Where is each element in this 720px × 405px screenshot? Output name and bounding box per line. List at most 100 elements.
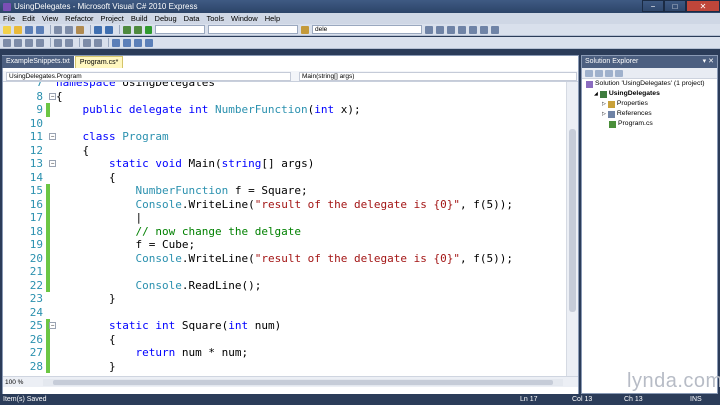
- code-line[interactable]: 14 {: [3, 171, 566, 185]
- code-line[interactable]: 22 Console.ReadLine();: [3, 278, 566, 292]
- object-browser-icon[interactable]: [458, 25, 466, 34]
- quick-info-icon[interactable]: [25, 38, 33, 47]
- start-debugging-icon[interactable]: [145, 25, 152, 34]
- code-line[interactable]: 19 f = Cube;: [3, 238, 566, 252]
- expander-icon[interactable]: ▷: [602, 109, 606, 119]
- display-object-member-list-icon[interactable]: [3, 38, 11, 47]
- menu-window[interactable]: Window: [231, 14, 258, 23]
- code-line[interactable]: 12 {: [3, 144, 566, 158]
- navigate-back-icon[interactable]: [123, 25, 131, 34]
- configuration-combo[interactable]: [155, 25, 205, 34]
- close-panel-icon[interactable]: ▾ ✕: [703, 56, 714, 68]
- code-line[interactable]: 20 Console.WriteLine("result of the dele…: [3, 251, 566, 265]
- solution-explorer-icon[interactable]: [436, 25, 444, 34]
- next-bookmark-icon[interactable]: [134, 38, 142, 47]
- decrease-indent-icon[interactable]: [54, 38, 62, 47]
- properties-icon[interactable]: [585, 69, 593, 77]
- save-icon[interactable]: [25, 25, 33, 34]
- parameter-info-icon[interactable]: [14, 38, 22, 47]
- open-file-icon[interactable]: [14, 25, 22, 34]
- increase-indent-icon[interactable]: [65, 38, 73, 47]
- platform-combo[interactable]: [208, 25, 298, 34]
- toolbox-icon[interactable]: [469, 25, 477, 34]
- collapse-region-icon[interactable]: −: [49, 133, 56, 140]
- tree-item-properties[interactable]: ▷ Properties: [582, 99, 717, 109]
- word-completion-icon[interactable]: [36, 38, 44, 47]
- extension-manager-icon[interactable]: [491, 25, 499, 34]
- code-line[interactable]: 7 namespace UsingDelegates: [3, 82, 566, 90]
- code-editor[interactable]: 7 namespace UsingDelegates 8−{9 public del…: [3, 82, 566, 376]
- collapse-region-icon[interactable]: −: [49, 322, 56, 329]
- close-button[interactable]: ✕: [686, 0, 720, 12]
- code-line[interactable]: 25− static int Square(int num): [3, 319, 566, 333]
- find-combo[interactable]: dele: [312, 25, 422, 34]
- new-project-icon[interactable]: [3, 25, 11, 34]
- vertical-scrollbar[interactable]: [566, 82, 578, 376]
- menu-data[interactable]: Data: [184, 14, 200, 23]
- maximize-button[interactable]: □: [664, 0, 686, 12]
- menu-file[interactable]: File: [3, 14, 15, 23]
- tree-item-csharp-file[interactable]: Program.cs: [582, 119, 717, 129]
- cut-icon[interactable]: [54, 25, 62, 34]
- comment-lines-icon[interactable]: [83, 38, 91, 47]
- code-line[interactable]: 10: [3, 117, 566, 131]
- tree-item-project[interactable]: ◢ UsingDelegates: [582, 89, 717, 99]
- collapse-region-icon[interactable]: −: [49, 92, 56, 100]
- horizontal-scrollbar[interactable]: [43, 379, 563, 386]
- menu-debug[interactable]: Debug: [155, 14, 177, 23]
- horizontal-scroll-thumb[interactable]: [53, 380, 553, 385]
- save-all-icon[interactable]: [36, 25, 44, 34]
- menu-project[interactable]: Project: [101, 14, 124, 23]
- code-line[interactable]: 27 return num * num;: [3, 346, 566, 360]
- expander-icon[interactable]: ◢: [594, 89, 598, 99]
- vertical-scroll-thumb[interactable]: [569, 129, 576, 312]
- find-in-files-icon[interactable]: [301, 25, 309, 34]
- code-line[interactable]: 21: [3, 265, 566, 279]
- copy-icon[interactable]: [65, 25, 73, 34]
- find-icon[interactable]: [425, 25, 433, 34]
- document-tabs: ExampleSnippets.txt Program.cs*: [2, 56, 124, 69]
- menu-refactor[interactable]: Refactor: [65, 14, 93, 23]
- previous-bookmark-icon[interactable]: [123, 38, 131, 47]
- code-line[interactable]: 15 NumberFunction f = Square;: [3, 184, 566, 198]
- menu-build[interactable]: Build: [131, 14, 148, 23]
- code-line[interactable]: 8−{: [3, 90, 566, 104]
- code-line[interactable]: 23 }: [3, 292, 566, 306]
- code-line[interactable]: 13− static void Main(string[] args): [3, 157, 566, 171]
- paste-icon[interactable]: [76, 25, 84, 34]
- zoom-level[interactable]: 100 %: [5, 379, 35, 386]
- member-combo[interactable]: Main(string[] args): [299, 71, 577, 81]
- toggle-bookmark-icon[interactable]: [112, 38, 120, 47]
- tab-example-snippets[interactable]: ExampleSnippets.txt: [2, 56, 74, 68]
- show-all-files-icon[interactable]: [595, 69, 603, 77]
- minimize-button[interactable]: −: [642, 0, 664, 12]
- expander-icon[interactable]: ▷: [602, 99, 606, 109]
- menu-view[interactable]: View: [42, 14, 58, 23]
- line-number: 23: [29, 292, 43, 305]
- code-line[interactable]: 9 public delegate int NumberFunction(int…: [3, 103, 566, 117]
- undo-icon[interactable]: [94, 25, 102, 34]
- tab-program-cs[interactable]: Program.cs*: [74, 56, 124, 68]
- code-line[interactable]: 16 Console.WriteLine("result of the dele…: [3, 197, 566, 211]
- uncomment-lines-icon[interactable]: [94, 38, 102, 47]
- menu-help[interactable]: Help: [265, 14, 280, 23]
- code-line[interactable]: 28 }: [3, 359, 566, 373]
- tree-item-solution[interactable]: Solution 'UsingDelegates' (1 project): [582, 79, 717, 89]
- properties-window-icon[interactable]: [447, 25, 455, 34]
- code-line[interactable]: 24: [3, 306, 566, 320]
- tree-item-references[interactable]: ▷ References: [582, 109, 717, 119]
- code-line[interactable]: 26 {: [3, 332, 566, 346]
- clear-bookmarks-icon[interactable]: [145, 38, 153, 47]
- menu-edit[interactable]: Edit: [22, 14, 35, 23]
- start-page-icon[interactable]: [480, 25, 488, 34]
- code-line[interactable]: 17 |: [3, 211, 566, 225]
- menu-tools[interactable]: Tools: [207, 14, 225, 23]
- collapse-region-icon[interactable]: −: [49, 160, 56, 167]
- code-line[interactable]: 11− class Program: [3, 130, 566, 144]
- class-combo[interactable]: UsingDelegates.Program: [6, 71, 291, 81]
- navigate-forward-icon[interactable]: [134, 25, 142, 34]
- redo-icon[interactable]: [105, 25, 113, 34]
- code-line[interactable]: 18 // now change the delgate: [3, 224, 566, 238]
- view-class-diagram-icon[interactable]: [615, 69, 623, 77]
- refresh-icon[interactable]: [605, 69, 613, 77]
